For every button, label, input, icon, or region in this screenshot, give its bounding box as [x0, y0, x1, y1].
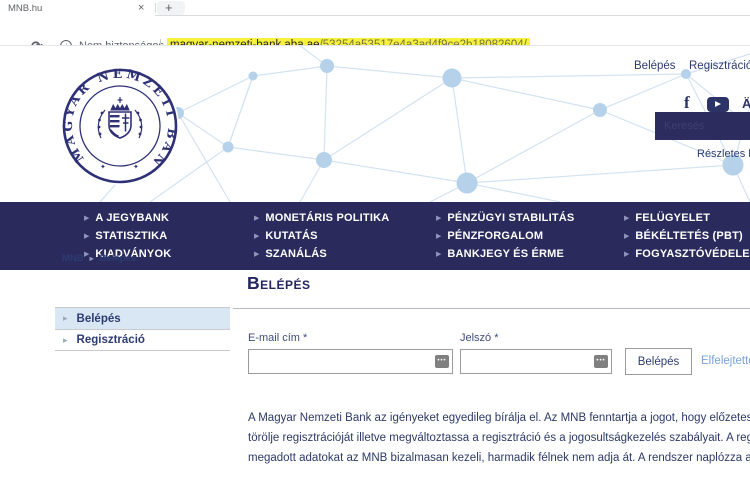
- nav-arrow-icon: ▶: [84, 232, 89, 240]
- mnb-logo-seal[interactable]: MAGYAR NEMZETI BANK ✦ ✦: [60, 66, 180, 186]
- browser-tab-strip: MNB.hu × +: [0, 0, 750, 16]
- tab-separator: [155, 3, 156, 13]
- nav-arrow-icon: ▶: [436, 214, 441, 222]
- nav-item-felugyelet[interactable]: ▶FELÜGYELET: [624, 209, 750, 227]
- email-field-label: E-mail cím *: [248, 332, 307, 344]
- tab-close-icon[interactable]: ×: [138, 2, 144, 14]
- browser-toolbar: → ⟳ i Nem biztonságos magyar-nemzeti-ban…: [0, 16, 750, 45]
- email-field[interactable]: [248, 349, 453, 374]
- header-login-link[interactable]: Belépés: [634, 60, 676, 72]
- nav-arrow-icon: ▶: [254, 232, 259, 240]
- sidebar-item-regisztracio[interactable]: ▸ Regisztráció: [55, 329, 230, 351]
- nav-item-penzforgalom[interactable]: ▶PÉNZFORGALOM: [436, 227, 624, 245]
- sidebar: ▸ Belépés ▸ Regisztráció: [55, 307, 230, 351]
- info-paragraph-line: A Magyar Nemzeti Bank az igényeket egyed…: [248, 408, 750, 428]
- youtube-icon[interactable]: [707, 97, 729, 112]
- site-header: MAGYAR NEMZETI BANK ✦ ✦ Belépés: [0, 46, 750, 202]
- breadcrumb-home-link[interactable]: MNB: [62, 253, 84, 264]
- header-register-link[interactable]: Regisztráció: [689, 60, 750, 72]
- autofill-icon[interactable]: •••: [594, 355, 608, 368]
- nav-arrow-icon: ▶: [436, 250, 441, 258]
- nav-item-bankjegy-es-erme[interactable]: ▶BANKJEGY ÉS ÉRME: [436, 245, 624, 263]
- info-paragraph-line: megadott adatokat az MNB bizalmasan keze…: [248, 448, 750, 468]
- nav-item-szanalas[interactable]: ▶SZANÁLÁS: [254, 245, 436, 263]
- password-field-label: Jelszó *: [460, 332, 499, 344]
- nav-arrow-icon: ▶: [254, 250, 259, 258]
- facebook-icon[interactable]: f: [684, 93, 690, 113]
- browser-tab[interactable]: MNB.hu ×: [0, 0, 155, 16]
- breadcrumb: MNB ▸ Belépés: [62, 253, 136, 264]
- nav-item-fogyasztovedelem[interactable]: ▶FOGYASZTÓVÉDELEM: [624, 245, 750, 263]
- nav-item-monetaris-politika[interactable]: ▶MONETÁRIS POLITIKA: [254, 209, 436, 227]
- info-paragraph: A Magyar Nemzeti Bank az igényeket egyed…: [248, 408, 750, 468]
- forgot-password-link[interactable]: Elfelejtette jelszavát?: [701, 355, 750, 367]
- nav-arrow-icon: ▶: [624, 214, 629, 222]
- sidebar-item-belepes[interactable]: ▸ Belépés: [55, 307, 230, 329]
- detailed-search-link[interactable]: Részletes kereső: [697, 148, 750, 160]
- svg-text:✦: ✦: [133, 163, 139, 171]
- nav-item-kutatas[interactable]: ▶KUTATÁS: [254, 227, 436, 245]
- svg-text:✦: ✦: [100, 163, 106, 171]
- nav-item-penzugyi-stabilitas[interactable]: ▶PÉNZÜGYI STABILITÁS: [436, 209, 624, 227]
- login-submit-button[interactable]: Belépés: [625, 348, 692, 375]
- chevron-right-icon: ▸: [63, 335, 68, 346]
- new-tab-icon[interactable]: +: [165, 0, 173, 15]
- autofill-icon[interactable]: •••: [435, 355, 449, 368]
- breadcrumb-separator-icon: ▸: [90, 254, 94, 263]
- nav-arrow-icon: ▶: [84, 214, 89, 222]
- nav-item-jegybank[interactable]: ▶A JEGYBANK: [84, 209, 254, 227]
- info-paragraph-line: törölje regisztrációját illetve megválto…: [248, 428, 750, 448]
- screenshot-root: MNB.hu × + → ⟳ i Nem biztonságos magyar-…: [0, 0, 750, 500]
- youtube-play-glyph: [715, 101, 721, 107]
- nav-arrow-icon: ▶: [436, 232, 441, 240]
- search-input[interactable]: [655, 112, 750, 140]
- breadcrumb-current: Belépés: [100, 253, 136, 264]
- page-title: Belépés: [247, 273, 311, 294]
- title-divider: [233, 308, 750, 309]
- nav-arrow-icon: ▶: [624, 250, 629, 258]
- social-icon-partial[interactable]: Ä: [742, 96, 750, 111]
- nav-arrow-icon: ▶: [254, 214, 259, 222]
- password-field[interactable]: [460, 349, 612, 374]
- nav-arrow-icon: ▶: [624, 232, 629, 240]
- tab-title: MNB.hu: [8, 3, 42, 14]
- nav-item-bekeltetes[interactable]: ▶BÉKÉLTETÉS (PBT): [624, 227, 750, 245]
- nav-item-statisztika[interactable]: ▶STATISZTIKA: [84, 227, 254, 245]
- chevron-right-icon: ▸: [63, 313, 68, 324]
